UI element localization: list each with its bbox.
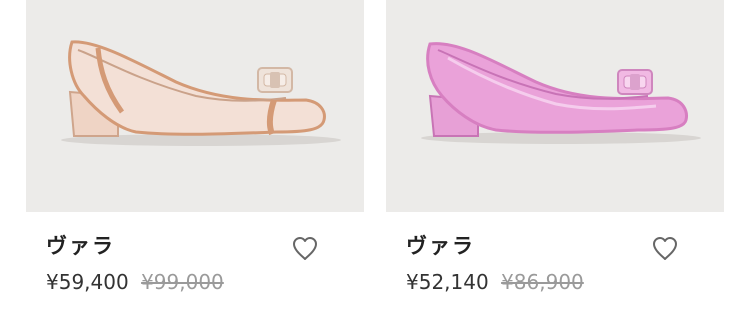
product-image[interactable] xyxy=(26,0,364,212)
product-name[interactable]: ヴァラ xyxy=(46,230,115,260)
heart-outline-icon[interactable] xyxy=(290,234,320,262)
product-name[interactable]: ヴァラ xyxy=(406,230,475,260)
sale-price: ¥59,400 xyxy=(46,270,129,294)
price-row: ¥59,400 ¥99,000 xyxy=(46,270,224,294)
product-card[interactable]: ヴァラ ¥52,140 ¥86,900 xyxy=(386,0,724,330)
product-card[interactable]: ヴァラ ¥59,400 ¥99,000 xyxy=(26,0,364,330)
product-grid: ヴァラ ¥59,400 ¥99,000 ヴァラ ¥52,140 ¥86,900 xyxy=(0,0,750,330)
sale-price: ¥52,140 xyxy=(406,270,489,294)
original-price: ¥86,900 xyxy=(501,270,584,294)
heart-outline-icon[interactable] xyxy=(650,234,680,262)
price-row: ¥52,140 ¥86,900 xyxy=(406,270,584,294)
original-price: ¥99,000 xyxy=(141,270,224,294)
pink-pump-shoe-icon xyxy=(386,0,724,212)
beige-pump-shoe-icon xyxy=(26,0,364,212)
product-image[interactable] xyxy=(386,0,724,212)
